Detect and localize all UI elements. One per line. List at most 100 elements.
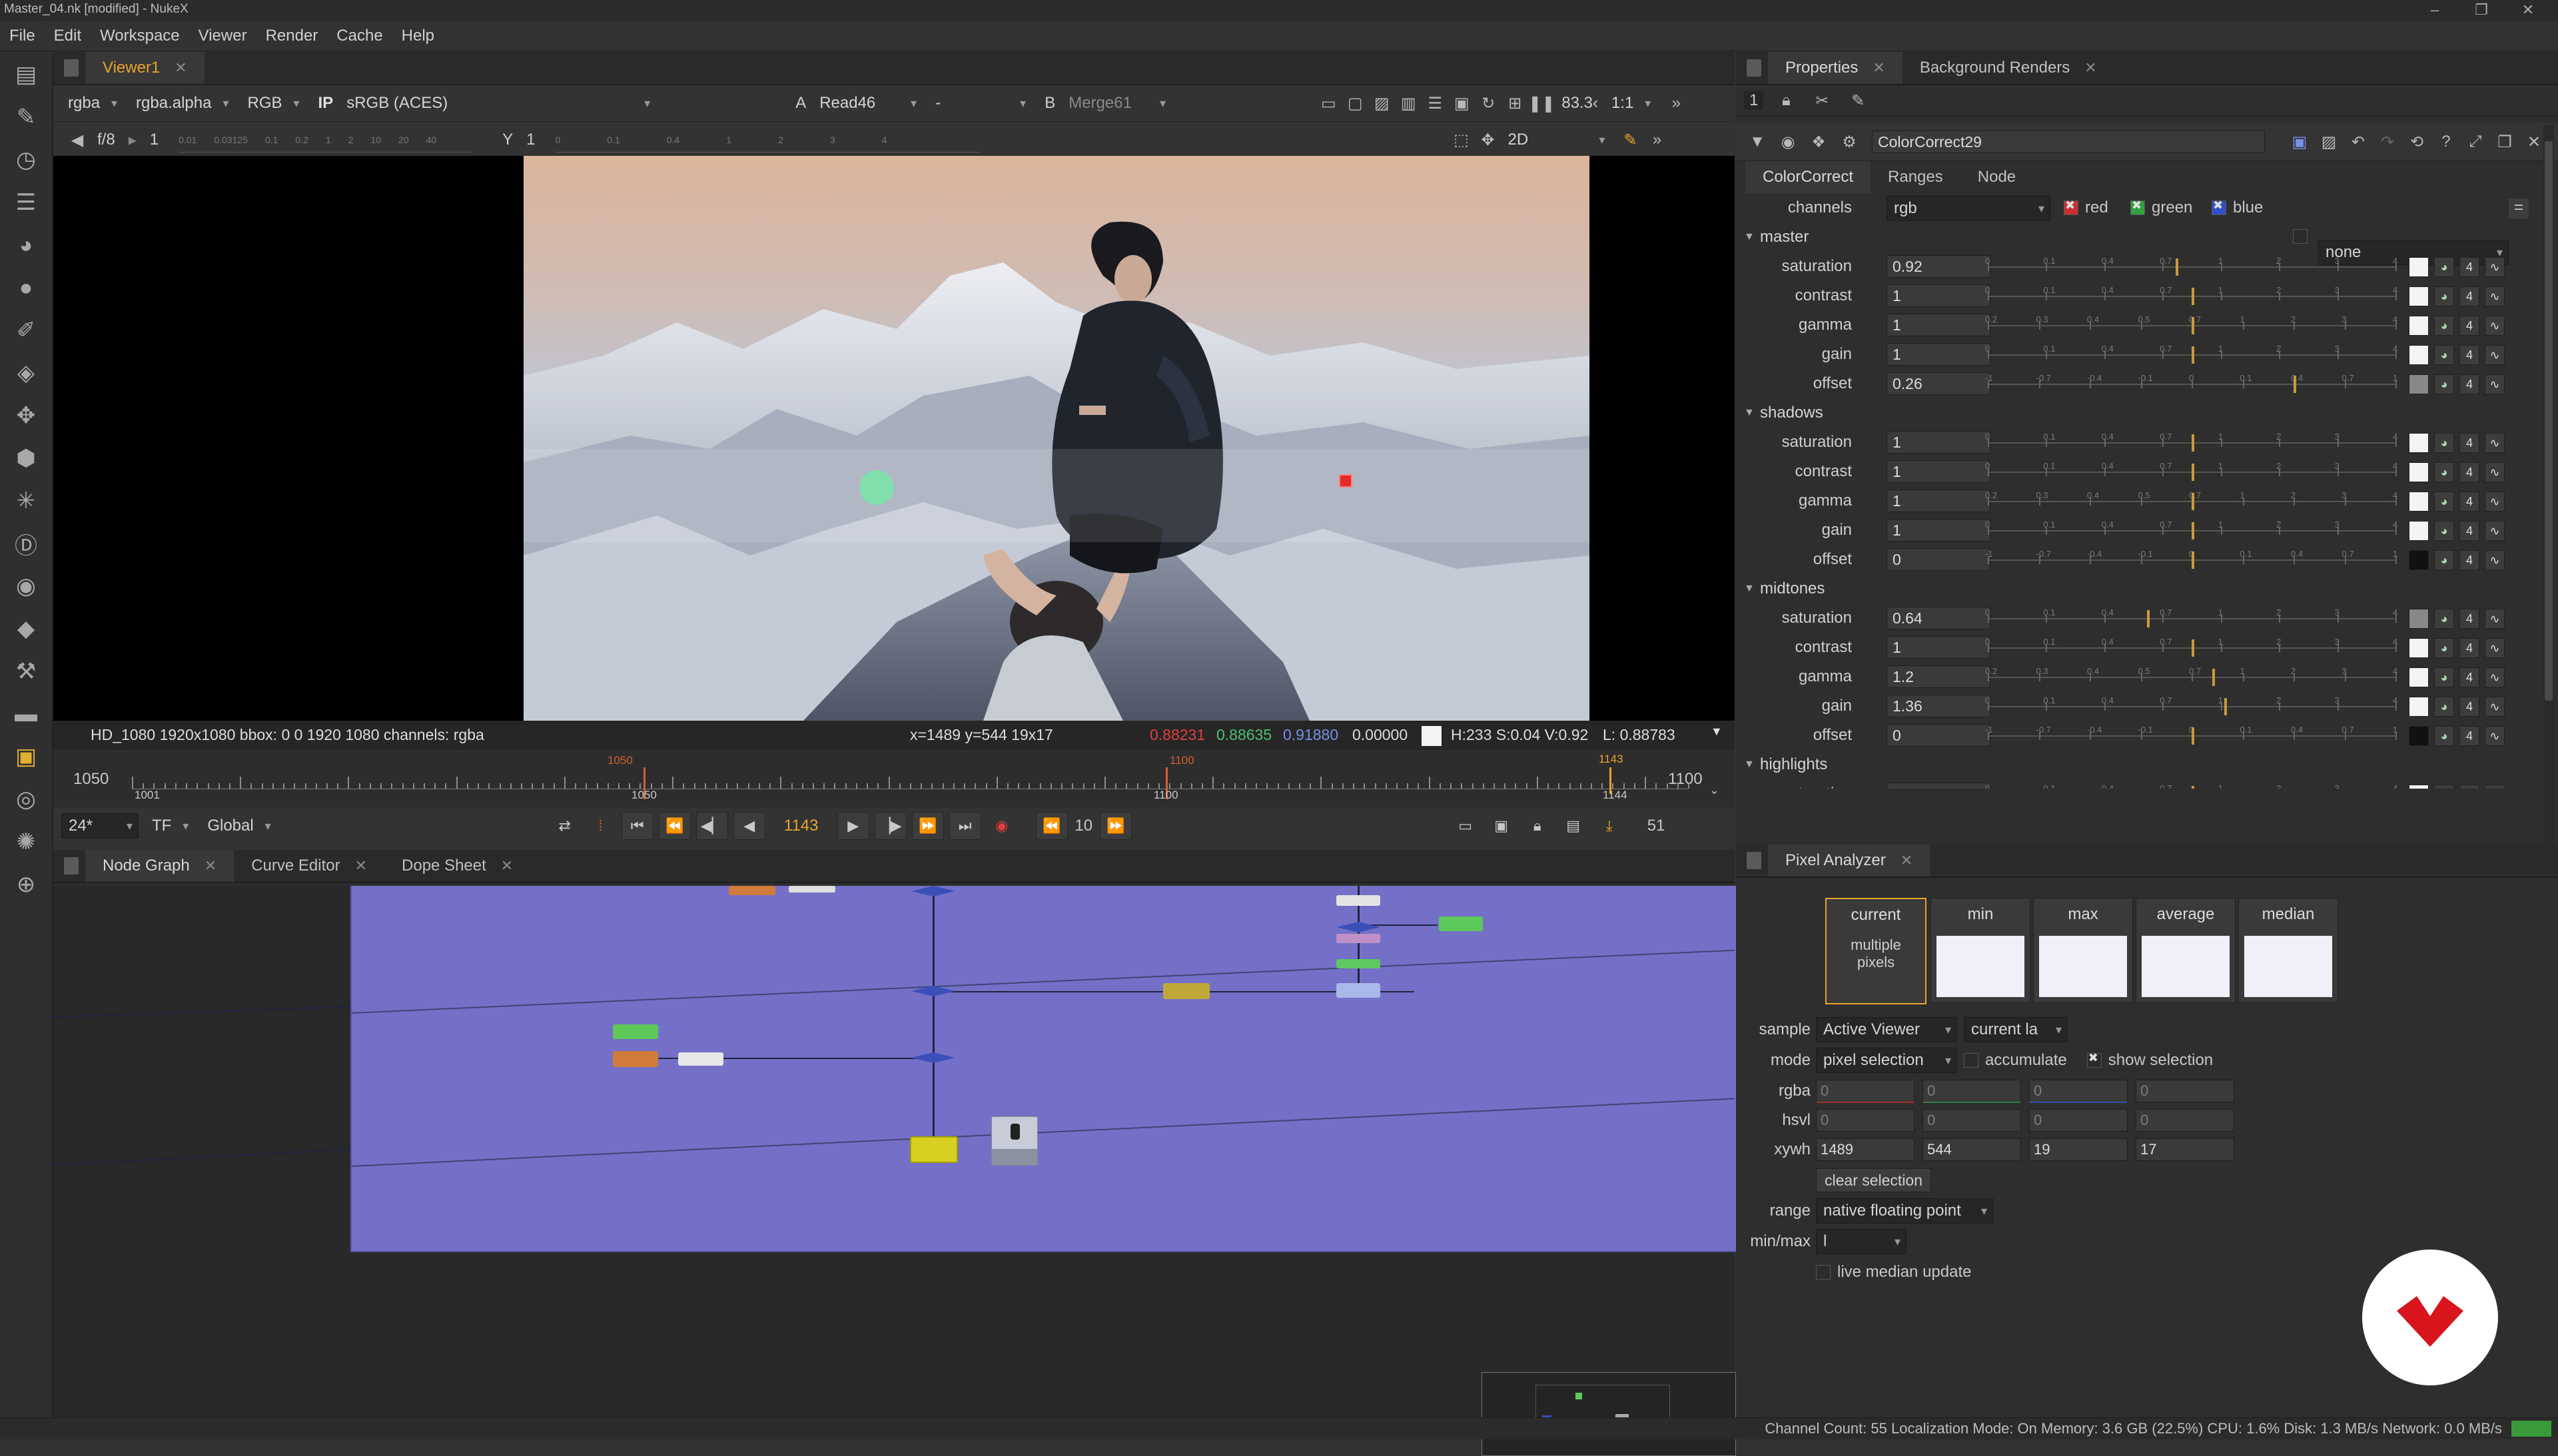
node-grade-green[interactable] — [1439, 916, 1483, 931]
zoom-value[interactable]: 83.3‹ — [1561, 94, 1598, 113]
tab-pixel-analyzer[interactable]: Pixel Analyzer ✕ — [1768, 845, 1930, 877]
link-channels-icon[interactable]: = — [2509, 198, 2529, 218]
blue-channel-toggle[interactable]: blue — [2212, 198, 2263, 217]
time-icon[interactable]: ◷ — [0, 139, 52, 181]
cara-icon[interactable]: ✺ — [0, 821, 52, 863]
frame-increment-field[interactable]: 10 — [1070, 817, 1097, 835]
roi-icon[interactable]: ▭ — [1315, 90, 1342, 117]
midtones-gamma-input[interactable]: 1.2 — [1887, 665, 1990, 688]
more-icon[interactable]: » — [1663, 90, 1689, 117]
channel-split-button[interactable]: 4 — [2459, 697, 2479, 717]
node-white-top[interactable] — [789, 886, 835, 893]
hsvl-h-field[interactable]: 0 — [1816, 1109, 1915, 1132]
view-mode-dropdown[interactable]: 2D — [1501, 128, 1610, 152]
3d-icon[interactable]: ⬢ — [0, 437, 52, 480]
channel-split-button[interactable]: 4 — [2459, 345, 2479, 365]
color-wheel-icon[interactable]: ◕ — [2434, 609, 2454, 629]
current-frame-field[interactable]: 1143 — [768, 817, 835, 835]
animation-curve-icon[interactable]: ∿ — [2485, 433, 2505, 453]
close-tab-icon[interactable]: ✕ — [2084, 59, 2096, 76]
shadows-offset-slider[interactable]: -1-0.7-0.4-0.100.10.40.71 — [1985, 549, 2397, 570]
viewer-image[interactable] — [524, 156, 1589, 721]
master-offset-input[interactable]: 0.26 — [1887, 372, 1990, 395]
close-tab-icon[interactable]: ✕ — [1901, 852, 1913, 869]
menu-help[interactable]: Help — [392, 21, 444, 51]
collapse-node-icon[interactable]: ▼ — [1744, 129, 1771, 155]
monitor-out-icon[interactable]: ▭ — [1450, 813, 1481, 839]
color-wheel-icon[interactable]: ◕ — [2434, 316, 2454, 336]
swatch-max[interactable]: max — [2033, 898, 2133, 1003]
prev-frame-button[interactable]: ◀▏ — [695, 812, 728, 840]
rgba-b-field[interactable]: 0 — [2029, 1079, 2128, 1103]
play-forward-button[interactable]: ▶ — [837, 812, 869, 840]
viewer-icon[interactable]: ▤ — [0, 53, 52, 96]
shadows-gain-input[interactable]: 1 — [1887, 519, 1990, 542]
midtones-offset-slider[interactable]: -1-0.7-0.4-0.100.10.40.71 — [1985, 725, 2397, 746]
play-backward-button[interactable]: ◀ — [733, 812, 765, 840]
node-name-field[interactable]: ColorCorrect29 — [1872, 131, 2265, 153]
midtones-offset-input[interactable]: 0 — [1887, 724, 1990, 747]
sample-layer-dropdown[interactable]: current la — [1964, 1017, 2068, 1042]
color-wheel-icon[interactable]: ◕ — [2434, 785, 2454, 789]
toolsets-icon[interactable]: ⚒ — [0, 650, 52, 693]
read-node-thumbnail[interactable] — [991, 1116, 1038, 1166]
channel-icon[interactable]: ☰ — [0, 181, 52, 224]
views-icon[interactable]: ◉ — [0, 565, 52, 607]
shadows-saturation-input[interactable]: 1 — [1887, 431, 1990, 454]
timeline-expand-icon[interactable]: ⌄ — [1709, 783, 1719, 797]
shadows-contrast-input[interactable]: 1 — [1887, 460, 1990, 483]
master-gain-input[interactable]: 1 — [1887, 343, 1990, 366]
color-swatch-icon[interactable] — [2409, 433, 2429, 453]
dot-node[interactable] — [1336, 922, 1380, 932]
midtones-contrast-slider[interactable]: 0 0.1 0.4 0.7 1 2 3 4 — [1985, 637, 2397, 658]
tab-background-renders[interactable]: Background Renders ✕ — [1903, 52, 2114, 84]
next-frame-button[interactable]: ▕▶ — [874, 812, 907, 840]
slider-thumb[interactable] — [2192, 346, 2194, 364]
ratio-dropdown[interactable]: 1:1 — [1605, 91, 1656, 115]
color-icon[interactable]: ◕ — [0, 224, 52, 266]
menu-workspace[interactable]: Workspace — [91, 21, 189, 51]
channel-split-button[interactable]: 4 — [2459, 609, 2479, 629]
timecode-dropdown[interactable]: TF — [145, 814, 194, 838]
slider-thumb[interactable] — [2192, 551, 2194, 569]
menu-render[interactable]: Render — [256, 21, 328, 51]
animation-curve-icon[interactable]: ∿ — [2485, 462, 2505, 482]
close-tab-icon[interactable]: ✕ — [205, 857, 216, 874]
channel-split-button[interactable]: 4 — [2459, 638, 2479, 658]
fstop-arrow-icon[interactable]: ◀ — [64, 127, 91, 153]
color-swatch-icon[interactable] — [2409, 345, 2429, 365]
midtones-gamma-slider[interactable]: 0.2 0.3 0.4 0.5 0.7 1 2 3 4 — [1985, 666, 2397, 687]
redo-icon[interactable]: ↷ — [2374, 129, 2401, 155]
swatch-current[interactable]: current multiple pixels — [1825, 898, 1926, 1004]
max-panels-field[interactable]: 1 — [1744, 91, 1764, 110]
color-wheel-icon[interactable]: ◕ — [2434, 521, 2454, 541]
shadows-gain-slider[interactable]: 0 0.1 0.4 0.7 1 2 3 4 — [1985, 520, 2397, 541]
highlights-saturation-slider[interactable]: 0 0.1 0.4 0.7 1 2 3 4 — [1985, 783, 2397, 789]
node-light-blue[interactable] — [1336, 983, 1380, 998]
record-icon[interactable]: ◉ — [987, 813, 1017, 839]
node-view-icon[interactable]: ❖ — [1805, 129, 1832, 155]
slider-thumb[interactable] — [2192, 727, 2194, 745]
channel-split-button[interactable]: 4 — [2459, 462, 2479, 482]
xywh-y-field[interactable]: 544 — [1922, 1138, 2021, 1161]
highlights-saturation-input[interactable]: 1 — [1887, 783, 1990, 789]
channel-split-button[interactable]: 4 — [2459, 550, 2479, 570]
dot-node[interactable] — [911, 886, 955, 897]
display-dropdown[interactable]: RGB — [240, 91, 304, 115]
swatch-average[interactable]: average — [2136, 898, 2236, 1003]
shadows-contrast-slider[interactable]: 0 0.1 0.4 0.7 1 2 3 4 — [1985, 461, 2397, 482]
channels-dropdown[interactable]: rgba — [61, 91, 123, 115]
channel-split-button[interactable]: 4 — [2459, 785, 2479, 789]
animation-curve-icon[interactable]: ∿ — [2485, 492, 2505, 512]
hsvl-l-field[interactable]: 0 — [2136, 1109, 2234, 1132]
select-icon[interactable]: ⬚ — [1448, 127, 1474, 153]
color-swatch-icon[interactable] — [2409, 462, 2429, 482]
gamma-slider[interactable]: 0 0.1 0.4 1 2 3 4 — [555, 128, 982, 153]
xywh-x-field[interactable]: 1489 — [1816, 1138, 1915, 1161]
node-color-icon[interactable]: ◉ — [1775, 129, 1801, 155]
refresh-icon[interactable]: ↻ — [1475, 90, 1501, 117]
node-pink[interactable] — [1336, 934, 1380, 943]
color-wheel-icon[interactable]: ◕ — [2434, 667, 2454, 687]
transform-icon[interactable]: ✥ — [0, 394, 52, 437]
float-icon[interactable]: ⤢ — [2462, 129, 2489, 155]
